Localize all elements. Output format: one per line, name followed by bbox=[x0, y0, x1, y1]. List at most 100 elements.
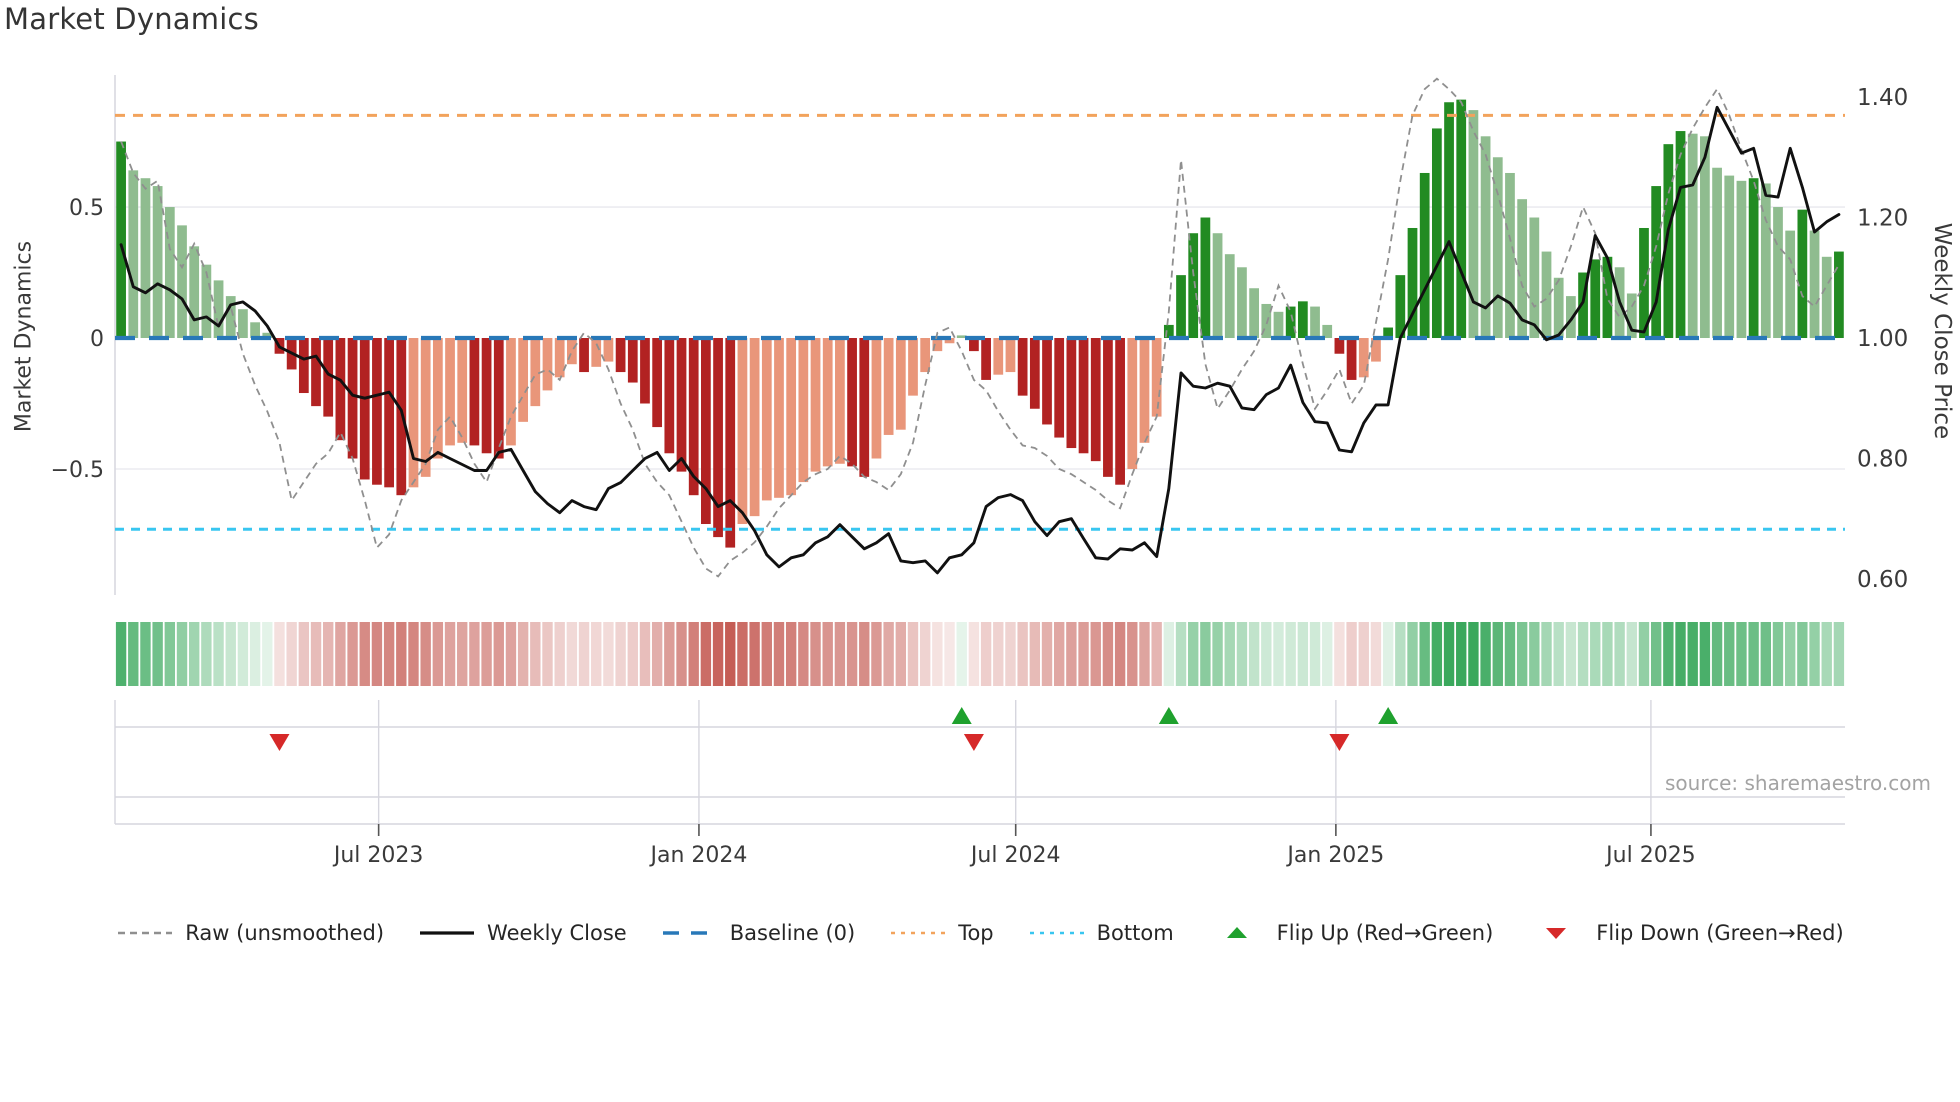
heatmap-cell bbox=[1443, 622, 1455, 686]
oscillator-bar bbox=[420, 338, 431, 477]
heatmap-cell bbox=[566, 622, 578, 686]
oscillator-bar bbox=[1809, 230, 1820, 339]
heatmap-cell bbox=[1784, 622, 1796, 686]
oscillator-bar bbox=[1212, 233, 1223, 339]
heatmap-cell bbox=[1273, 622, 1284, 686]
right-axis-tick: 0.60 bbox=[1857, 567, 1908, 593]
x-axis-tick-label: Jan 2024 bbox=[648, 843, 747, 868]
oscillator-bar bbox=[250, 322, 260, 339]
legend-item-3: Top bbox=[889, 921, 994, 945]
oscillator-bar bbox=[189, 246, 200, 339]
heatmap-cell bbox=[944, 622, 955, 686]
heatmap-cell bbox=[1456, 622, 1467, 686]
heatmap-cell bbox=[140, 622, 151, 686]
oscillator-bar bbox=[1139, 338, 1150, 443]
oscillator-bar bbox=[152, 186, 163, 339]
oscillator-bar bbox=[652, 338, 663, 428]
right-axis-tick: 0.80 bbox=[1857, 446, 1908, 472]
oscillator-bar bbox=[493, 338, 504, 459]
oscillator-bar bbox=[1834, 251, 1844, 339]
oscillator-bar bbox=[1492, 157, 1503, 339]
oscillator-bar bbox=[1651, 186, 1662, 339]
oscillator-bar bbox=[786, 338, 797, 496]
oscillator-bar bbox=[1687, 133, 1698, 339]
heatmap-cell bbox=[1090, 622, 1101, 686]
heatmap-cell bbox=[993, 622, 1004, 686]
triangle-up-icon bbox=[1226, 927, 1247, 938]
legend-label: Flip Down (Green→Red) bbox=[1596, 921, 1844, 945]
oscillator-bar bbox=[311, 338, 321, 407]
heatmap-cell bbox=[1407, 622, 1418, 686]
heatmap-cell bbox=[1492, 622, 1503, 686]
heatmap-cell bbox=[578, 622, 590, 686]
heatmap-cell bbox=[128, 622, 139, 686]
oscillator-bar bbox=[810, 338, 821, 472]
heatmap-cell bbox=[1078, 622, 1089, 686]
heatmap-cell bbox=[517, 622, 529, 686]
heatmap-cell bbox=[1151, 622, 1162, 686]
heatmap-cell bbox=[1711, 622, 1723, 686]
heatmap-cell bbox=[895, 622, 907, 686]
oscillator-bar bbox=[1249, 288, 1259, 339]
oscillator-bar bbox=[627, 338, 638, 383]
oscillator-bar bbox=[408, 338, 419, 488]
oscillator-bar bbox=[1712, 167, 1722, 339]
heatmap-cell bbox=[603, 622, 614, 686]
heatmap-cell bbox=[1565, 622, 1577, 686]
heatmap-cell bbox=[1650, 622, 1662, 686]
oscillator-bar bbox=[822, 338, 833, 467]
heatmap-cell bbox=[420, 622, 431, 686]
flip-up-marker bbox=[1378, 707, 1399, 724]
oscillator-bar bbox=[530, 338, 541, 407]
oscillator-bar bbox=[859, 338, 870, 477]
oscillator-bar bbox=[664, 338, 675, 454]
left-axis-tick: 0 bbox=[90, 327, 104, 352]
heatmap-cell bbox=[323, 622, 334, 686]
heatmap-cell bbox=[1797, 622, 1808, 686]
heatmap-cell bbox=[1821, 622, 1832, 686]
oscillator-bar bbox=[566, 338, 577, 365]
heatmap-cell bbox=[871, 622, 882, 686]
legend-item-2: Baseline (0) bbox=[661, 921, 855, 945]
flip-down-marker bbox=[269, 734, 290, 751]
heatmap-cell bbox=[237, 622, 249, 686]
oscillator-bar bbox=[116, 141, 126, 339]
oscillator-bar bbox=[908, 338, 918, 396]
heatmap-cell bbox=[1163, 622, 1175, 686]
heatmap-cell bbox=[1297, 622, 1309, 686]
heatmap-cell bbox=[262, 622, 273, 686]
triangle-down-icon bbox=[1546, 928, 1567, 939]
heatmap-cell bbox=[846, 622, 858, 686]
heatmap-cell bbox=[859, 622, 870, 686]
oscillator-bar bbox=[615, 338, 626, 373]
heatmap-cell bbox=[1322, 622, 1333, 686]
heatmap-cell bbox=[383, 622, 395, 686]
market-dynamics-page: Market Dynamics Market Dynamics Weekly C… bbox=[0, 0, 1960, 1102]
heatmap-cell bbox=[554, 622, 565, 686]
dotted-line-icon bbox=[1029, 931, 1084, 935]
oscillator-bar bbox=[372, 338, 382, 485]
oscillator-bar bbox=[1115, 338, 1125, 485]
oscillator-bar bbox=[1419, 172, 1430, 339]
heatmap-cell bbox=[1212, 622, 1223, 686]
oscillator-bar bbox=[298, 338, 309, 394]
heatmap-cell bbox=[225, 622, 236, 686]
oscillator-bar bbox=[1127, 338, 1138, 469]
oscillator-bar bbox=[1505, 172, 1515, 339]
heatmap-cell bbox=[1224, 622, 1235, 686]
oscillator-bar bbox=[177, 225, 187, 339]
heatmap-cell bbox=[773, 622, 785, 686]
heatmap-cell bbox=[919, 622, 931, 686]
oscillator-bar bbox=[445, 338, 455, 446]
oscillator-bar bbox=[993, 338, 1004, 375]
oscillator-bar bbox=[1310, 306, 1320, 339]
heatmap-cell bbox=[785, 622, 797, 686]
oscillator-bar bbox=[1273, 311, 1284, 339]
oscillator-bar bbox=[469, 338, 480, 446]
heatmap-cell bbox=[1053, 622, 1065, 686]
heatmap-cell bbox=[1663, 622, 1674, 686]
oscillator-bar bbox=[640, 338, 650, 404]
oscillator-bar bbox=[1042, 338, 1052, 425]
oscillator-bar bbox=[1821, 256, 1832, 339]
oscillator-bar bbox=[335, 338, 346, 441]
